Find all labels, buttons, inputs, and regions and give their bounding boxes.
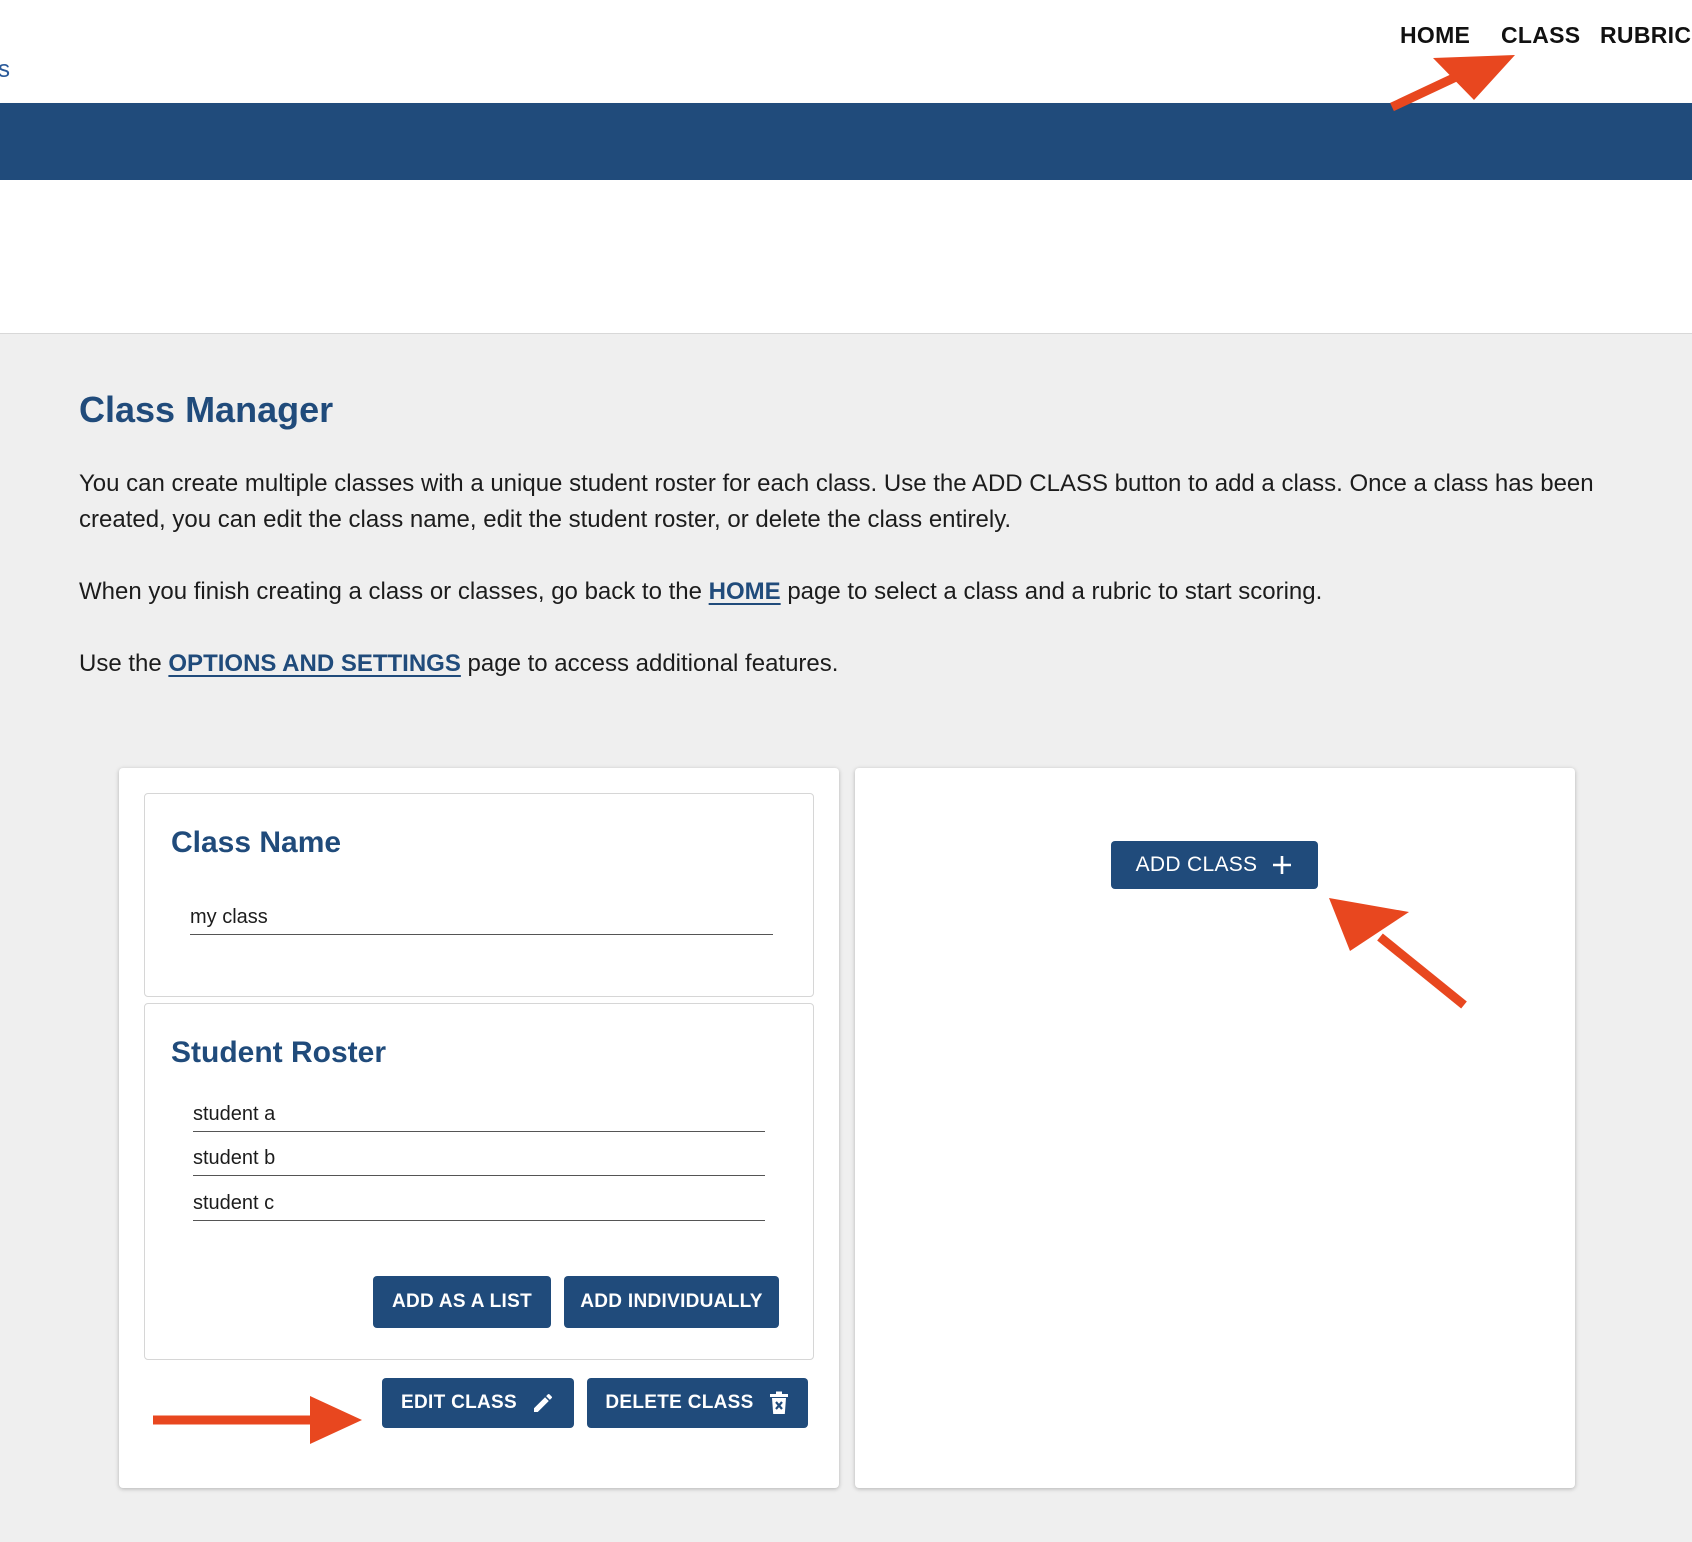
options-instruction-text-end: page to access additional features. — [460, 650, 839, 677]
home-link[interactable]: HOME — [709, 578, 781, 605]
class-name-section: Class Name — [144, 793, 814, 997]
student-roster-title: Student Roster — [171, 1036, 387, 1069]
student-roster-section: Student Roster ADD AS A LIST ADD INDIVID… — [144, 1003, 814, 1360]
pencil-icon — [531, 1391, 555, 1415]
add-individually-label: ADD INDIVIDUALLY — [580, 1291, 763, 1312]
nav-home-link[interactable]: HOME — [1400, 22, 1470, 49]
delete-class-button[interactable]: DELETE CLASS — [587, 1378, 808, 1428]
intro-paragraph: You can create multiple classes with a u… — [79, 470, 1594, 533]
truncated-logo-text: s — [0, 56, 10, 83]
options-and-settings-link[interactable]: OPTIONS AND SETTINGS — [168, 650, 460, 677]
main-content: Class Manager You can create multiple cl… — [0, 334, 1692, 1542]
edit-class-button[interactable]: EDIT CLASS — [382, 1378, 574, 1428]
header-spacer — [0, 180, 1692, 334]
plus-icon — [1271, 854, 1293, 876]
add-individually-button[interactable]: ADD INDIVIDUALLY — [564, 1276, 779, 1328]
top-navigation: s HOME CLASS RUBRIC — [0, 0, 1692, 103]
add-class-card: ADD CLASS — [855, 768, 1575, 1488]
add-as-list-button[interactable]: ADD AS A LIST — [373, 1276, 551, 1328]
nav-rubric-link[interactable]: RUBRIC — [1600, 22, 1691, 49]
delete-class-label: DELETE CLASS — [605, 1392, 754, 1413]
trash-icon — [768, 1391, 790, 1415]
student-name-input[interactable] — [193, 1103, 765, 1132]
edit-class-label: EDIT CLASS — [401, 1392, 517, 1413]
add-class-label: ADD CLASS — [1135, 853, 1258, 876]
nav-class-link[interactable]: CLASS — [1501, 22, 1580, 49]
options-instruction-text-start: Use the — [79, 650, 169, 677]
home-instruction-text-end: page to select a class and a rubric to s… — [780, 578, 1323, 605]
class-name-input[interactable] — [190, 906, 773, 935]
add-class-button[interactable]: ADD CLASS — [1111, 841, 1318, 889]
add-as-list-label: ADD AS A LIST — [391, 1291, 533, 1312]
options-instruction-paragraph: Use the OPTIONS AND SETTINGS page to acc… — [79, 646, 1639, 682]
student-name-input[interactable] — [193, 1192, 765, 1221]
header-band — [0, 103, 1692, 180]
class-card: Class Name Student Roster ADD AS A LIST … — [119, 768, 839, 1488]
class-name-title: Class Name — [171, 826, 342, 859]
page-title: Class Manager — [79, 389, 334, 430]
student-name-input[interactable] — [193, 1147, 765, 1176]
home-instruction-text-start: When you finish creating a class or clas… — [79, 578, 709, 605]
home-instruction-paragraph: When you finish creating a class or clas… — [79, 574, 1639, 610]
